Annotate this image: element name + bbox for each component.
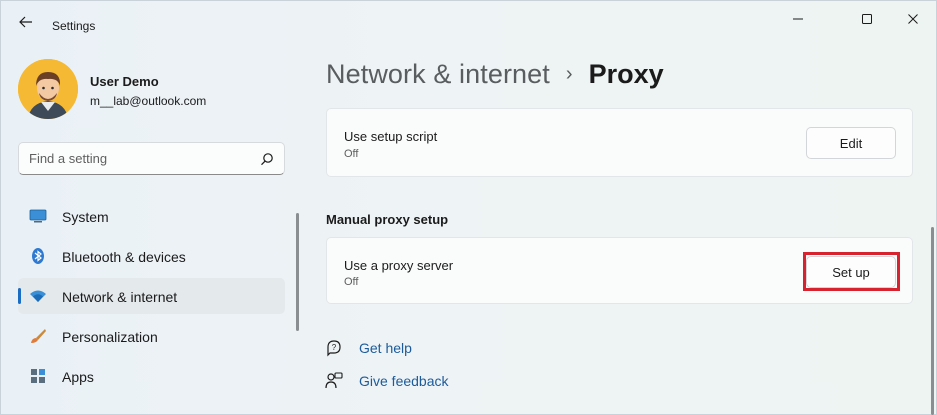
search-input[interactable] (29, 151, 249, 166)
get-help-text[interactable]: Get help (359, 340, 412, 356)
avatar[interactable] (18, 59, 78, 119)
maximize-icon (862, 14, 872, 24)
close-icon (908, 14, 918, 24)
give-feedback-link[interactable]: Give feedback (324, 371, 449, 391)
sidebar-item-apps[interactable]: Apps (18, 358, 285, 394)
close-button[interactable] (890, 5, 936, 33)
system-icon (29, 208, 47, 224)
user-name: User Demo (90, 74, 159, 89)
wifi-icon (29, 288, 47, 304)
minimize-button[interactable] (775, 5, 821, 33)
section-header: Manual proxy setup (326, 212, 449, 227)
breadcrumb-parent[interactable]: Network & internet (326, 59, 550, 90)
sidebar-item-label: Network & internet (62, 289, 178, 305)
help-icon: ? (324, 338, 344, 358)
search-icon[interactable] (260, 152, 274, 166)
sidebar-item-personalization[interactable]: Personalization (18, 318, 285, 354)
sidebar-item-label: Apps (62, 369, 94, 385)
proxy-server-title: Use a proxy server (344, 258, 454, 273)
page-title: Proxy (588, 59, 664, 89)
main-scrollbar[interactable] (931, 227, 934, 415)
bluetooth-icon (29, 248, 47, 264)
brush-icon (29, 328, 47, 344)
edit-button[interactable]: Edit (806, 127, 896, 159)
highlight-box (803, 252, 900, 291)
title-bar: Settings (1, 1, 936, 41)
user-avatar-icon (18, 59, 78, 119)
back-button[interactable] (13, 11, 39, 33)
minimize-icon (793, 18, 803, 20)
get-help-link[interactable]: ? Get help (324, 338, 412, 358)
apps-icon (29, 368, 47, 384)
maximize-button[interactable] (844, 5, 890, 33)
setup-script-status: Off (344, 148, 359, 160)
setup-script-title: Use setup script (344, 129, 438, 144)
sidebar-item-system[interactable]: System (18, 198, 285, 234)
sidebar-item-label: System (62, 209, 109, 225)
svg-text:?: ? (332, 343, 337, 352)
breadcrumb: Network & internet › Proxy (326, 59, 664, 90)
active-indicator (18, 288, 21, 304)
settings-window: Settings User Demo m__lab@outlook.com Fi… (0, 0, 937, 415)
user-email: m__lab@outlook.com (90, 94, 207, 108)
search-box[interactable] (18, 142, 285, 175)
sidebar-item-bluetooth[interactable]: Bluetooth & devices (18, 238, 285, 274)
sidebar-item-network[interactable]: Network & internet (18, 278, 285, 314)
sidebar-scrollbar[interactable] (296, 213, 299, 331)
back-arrow-icon (19, 16, 32, 28)
proxy-server-status: Off (344, 276, 359, 288)
setup-script-card: Use setup script Off Edit (326, 108, 913, 177)
chevron-right-icon: › (565, 63, 573, 85)
feedback-icon (324, 371, 344, 391)
sidebar-item-label: Bluetooth & devices (62, 249, 186, 265)
sidebar-item-label: Personalization (62, 329, 158, 345)
app-title: Settings (52, 19, 96, 33)
give-feedback-text[interactable]: Give feedback (359, 373, 449, 389)
